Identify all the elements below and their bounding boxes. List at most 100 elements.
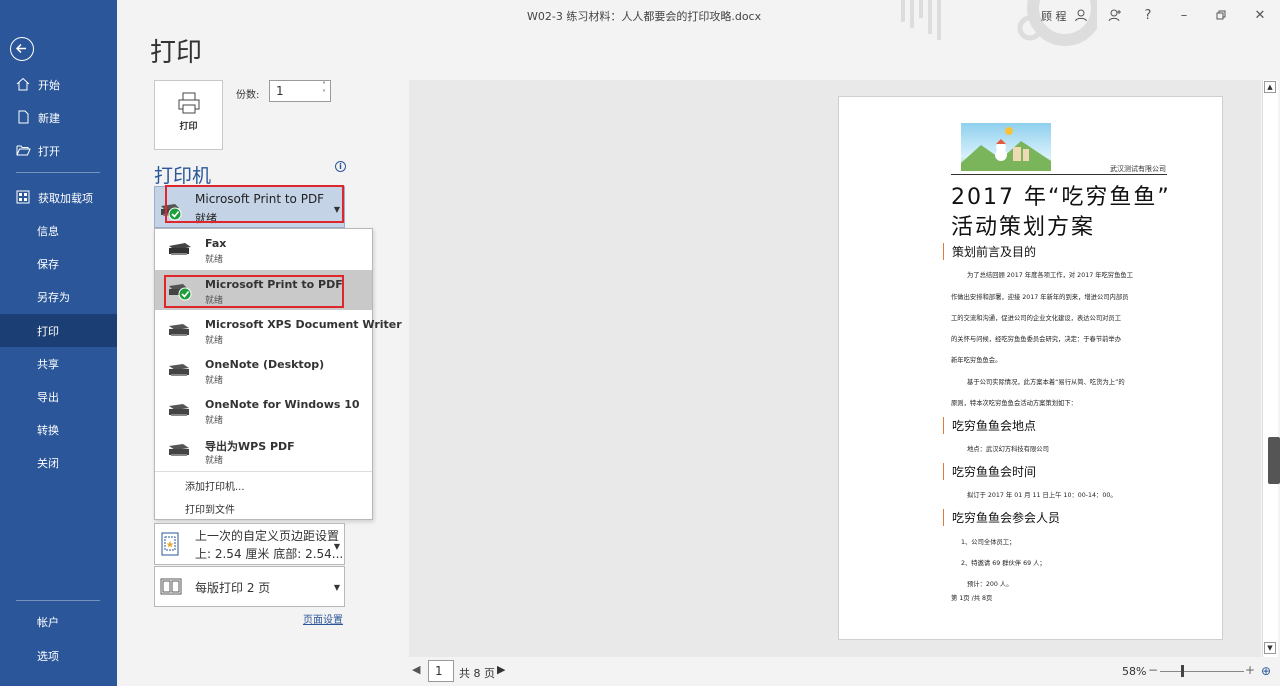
scroll-up-icon[interactable]: ▲ bbox=[1264, 81, 1276, 93]
sidebar: 开始 新建 打开 获取加载项 信息 保存 另存为 打印 共享 导出 转换 关闭 … bbox=[0, 0, 117, 686]
printer-check-icon bbox=[159, 200, 183, 225]
page-total: 共 8 页 bbox=[459, 667, 495, 680]
printer-status: 就绪 bbox=[205, 255, 224, 265]
sidebar-item-info[interactable]: 信息 bbox=[0, 214, 117, 247]
preview-page: 武汉测试有限公司 2017 年“吃穷鱼鱼” 活动策划方案 策划前言及目的 为了总… bbox=[838, 96, 1223, 640]
printer-status: 就绪 bbox=[205, 336, 224, 346]
doc-title-line2: 活动策划方案 bbox=[951, 215, 1096, 240]
sidebar-item-label: 另存为 bbox=[37, 290, 70, 304]
sidebar-item-account[interactable]: 帐户 bbox=[0, 605, 117, 638]
restore-icon[interactable] bbox=[1212, 6, 1230, 24]
next-page-icon[interactable]: ▶ bbox=[497, 663, 505, 676]
margins-title: 上一次的自定义页边距设置 bbox=[195, 529, 340, 543]
doc-paragraph-line: 1、公司全体员工； bbox=[961, 539, 1016, 546]
zoom-in-icon[interactable]: + bbox=[1245, 663, 1255, 677]
print-to-file-option[interactable]: 打印到文件 bbox=[185, 501, 235, 516]
fit-to-window-icon[interactable]: ⊕ bbox=[1261, 664, 1271, 678]
sidebar-item-label: 信息 bbox=[37, 224, 59, 238]
margins-detail: 上: 2.54 厘米 底部: 2.54... bbox=[195, 547, 344, 561]
printer-icon bbox=[178, 92, 200, 114]
print-button[interactable]: 打印 bbox=[154, 80, 223, 150]
printer-status: 就绪 bbox=[205, 376, 224, 386]
printer-dropdown[interactable]: Microsoft Print to PDF 就绪 ▼ bbox=[154, 186, 345, 228]
share-person-icon[interactable] bbox=[1106, 6, 1124, 24]
printer-icon bbox=[167, 441, 193, 462]
sidebar-item-share[interactable]: 共享 bbox=[0, 347, 117, 380]
margins-dropdown[interactable]: 上一次的自定义页边距设置 上: 2.54 厘米 底部: 2.54... ▼ bbox=[154, 523, 345, 565]
sidebar-item-label: 获取加载项 bbox=[38, 191, 93, 205]
doc-paragraph-line: 的关怀与问候，经吃穷鱼鱼委员会研究，决定：于春节前举办 bbox=[951, 336, 1122, 343]
back-arrow-icon[interactable] bbox=[10, 37, 34, 61]
help-icon[interactable]: ? bbox=[1139, 6, 1157, 24]
doc-paragraph-line: 地点：武汉幻方科技有限公司 bbox=[967, 446, 1049, 453]
printer-name: Fax bbox=[205, 237, 227, 250]
page-number-input[interactable]: 1 bbox=[428, 660, 454, 682]
decorative-banner bbox=[897, 0, 1097, 55]
user-icon[interactable] bbox=[1072, 6, 1090, 24]
printer-icon bbox=[167, 361, 193, 382]
pages-per-sheet-label: 每版打印 2 页 bbox=[195, 581, 271, 595]
doc-paragraph-line: 工的交流和沟通，促进公司的企业文化建设，表达公司对员工 bbox=[951, 315, 1122, 322]
sidebar-item-print[interactable]: 打印 bbox=[0, 314, 117, 347]
sidebar-item-label: 打印 bbox=[37, 324, 59, 338]
user-name[interactable]: 顾 程 bbox=[1041, 8, 1067, 24]
sidebar-item-close[interactable]: 关闭 bbox=[0, 446, 117, 479]
sidebar-item-new[interactable]: 新建 bbox=[0, 101, 117, 134]
sidebar-item-convert[interactable]: 转换 bbox=[0, 413, 117, 446]
doc-paragraph-line: 基于公司实际情况，此方案本着“易行从简、吃货为上”的 bbox=[967, 379, 1125, 386]
margins-icon bbox=[161, 532, 179, 559]
sidebar-divider bbox=[16, 600, 100, 601]
printer-status: 就绪 bbox=[205, 296, 224, 306]
printer-name: Microsoft Print to PDF bbox=[205, 278, 343, 291]
printer-option-wps-pdf[interactable]: 导出为WPS PDF 就绪 bbox=[155, 430, 372, 470]
new-doc-icon bbox=[16, 110, 32, 126]
selected-printer-status: 就绪 bbox=[195, 212, 217, 225]
zoom-out-icon[interactable]: − bbox=[1148, 663, 1158, 677]
printer-option-fax[interactable]: Fax 就绪 bbox=[155, 229, 372, 269]
zoom-slider-thumb[interactable] bbox=[1181, 665, 1184, 677]
sidebar-item-addins[interactable]: 获取加载项 bbox=[0, 181, 117, 214]
printer-icon bbox=[167, 401, 193, 422]
doc-heading: 吃穷鱼鱼会时间 bbox=[943, 463, 1036, 480]
sidebar-item-home[interactable]: 开始 bbox=[0, 68, 117, 101]
printer-heading: 打印机 bbox=[154, 165, 212, 187]
printer-name: Microsoft XPS Document Writer bbox=[205, 318, 402, 331]
close-icon[interactable]: ✕ bbox=[1251, 6, 1269, 24]
minimize-icon[interactable]: – bbox=[1175, 6, 1193, 24]
printer-status: 就绪 bbox=[205, 456, 224, 466]
sidebar-item-options[interactable]: 选项 bbox=[0, 639, 117, 672]
sidebar-item-open[interactable]: 打开 bbox=[0, 134, 117, 167]
doc-paragraph-line: 预计：200 人。 bbox=[967, 581, 1013, 588]
company-name: 武汉测试有限公司 bbox=[1110, 165, 1166, 173]
sidebar-item-export[interactable]: 导出 bbox=[0, 380, 117, 413]
vertical-scrollbar[interactable] bbox=[1262, 80, 1278, 657]
sidebar-item-label: 开始 bbox=[38, 78, 60, 92]
printer-option-microsoft-xps-document-writer[interactable]: Microsoft XPS Document Writer 就绪 bbox=[155, 310, 402, 350]
scroll-thumb[interactable] bbox=[1268, 437, 1280, 484]
copies-stepper[interactable]: ˄ ˅ bbox=[319, 82, 329, 100]
info-icon[interactable]: i bbox=[335, 161, 346, 172]
printer-option-onenote-windows-10[interactable]: OneNote for Windows 10 就绪 bbox=[155, 390, 372, 430]
sidebar-item-save-as[interactable]: 另存为 bbox=[0, 280, 117, 313]
printer-option-onenote-desktop[interactable]: OneNote (Desktop) 就绪 bbox=[155, 350, 372, 390]
doc-paragraph-line: 原则，特本次吃穷鱼鱼会活动方案策划如下： bbox=[951, 400, 1077, 407]
sidebar-item-label: 导出 bbox=[37, 390, 59, 404]
title-bar: W02-3 练习材料：人人都要会的打印攻略.docx 顾 程 ? – ✕ bbox=[117, 0, 1280, 46]
sidebar-item-label: 关闭 bbox=[37, 456, 59, 470]
document-title: W02-3 练习材料：人人都要会的打印攻略.docx bbox=[527, 10, 762, 23]
zoom-level[interactable]: 58% bbox=[1122, 665, 1146, 678]
sidebar-item-save[interactable]: 保存 bbox=[0, 247, 117, 280]
pages-per-sheet-dropdown[interactable]: 每版打印 2 页 ▼ bbox=[154, 566, 345, 607]
page-setup-link[interactable]: 页面设置 bbox=[303, 611, 343, 626]
sidebar-item-label: 选项 bbox=[37, 649, 59, 663]
zoom-slider[interactable] bbox=[1160, 671, 1244, 672]
previous-page-icon[interactable]: ◀ bbox=[412, 663, 420, 676]
list-divider bbox=[155, 471, 372, 472]
scroll-down-icon[interactable]: ▼ bbox=[1264, 642, 1276, 654]
doc-heading: 策划前言及目的 bbox=[943, 243, 1036, 260]
printer-icon bbox=[167, 321, 193, 342]
doc-paragraph-line: 2、特邀请 69 群伙伴 69 人； bbox=[961, 560, 1046, 567]
printer-option-microsoft-print-to-pdf[interactable]: Microsoft Print to PDF 就绪 bbox=[155, 270, 372, 310]
add-printer-link[interactable]: 添加打印机... bbox=[185, 478, 245, 493]
printer-name: OneNote (Desktop) bbox=[205, 358, 325, 371]
